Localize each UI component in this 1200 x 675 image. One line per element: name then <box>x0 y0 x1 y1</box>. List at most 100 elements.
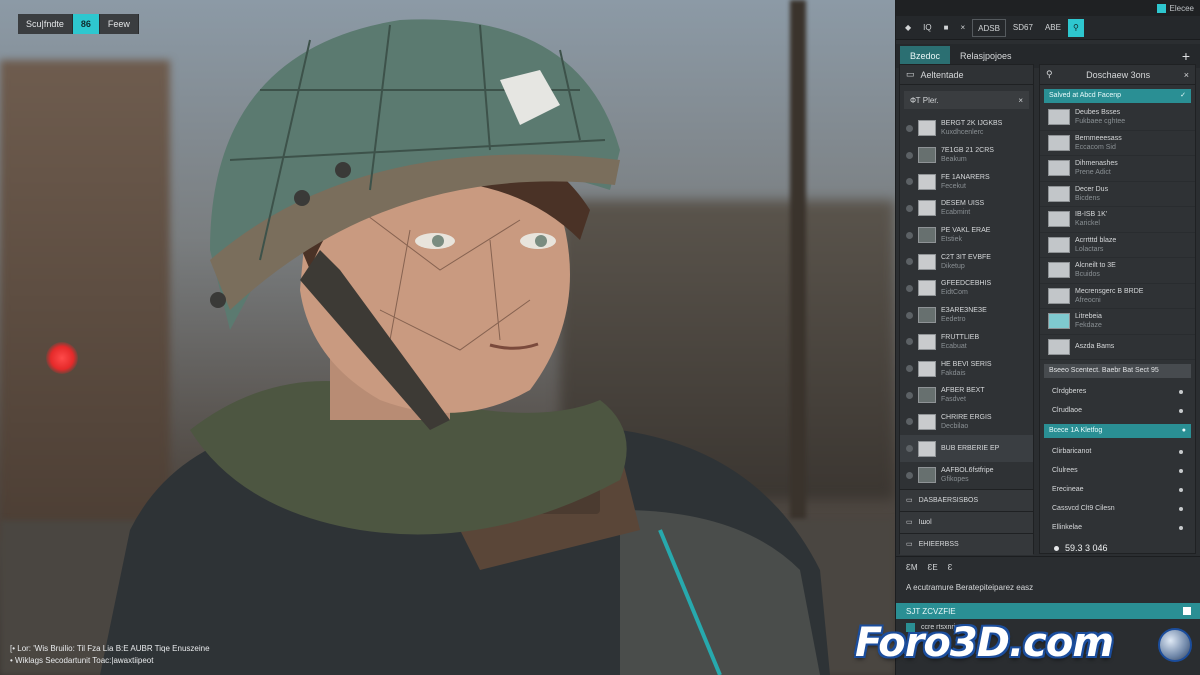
property-item[interactable]: IB-ISB 1K' Karickel <box>1040 207 1195 233</box>
bottom-icon-2[interactable]: ƐE <box>928 563 938 572</box>
visibility-icon[interactable] <box>906 284 913 292</box>
property-item[interactable]: Mecrensgerc B BRDE Afreocni <box>1040 284 1195 309</box>
option-row[interactable]: Clrdgberes <box>1040 382 1195 401</box>
checkbox-icon[interactable] <box>1183 607 1191 615</box>
asset-text: AFBER BEXT Fasdvet <box>941 386 985 404</box>
viewport-view-button[interactable]: Feew <box>99 14 139 34</box>
add-tab-button[interactable]: + <box>1182 48 1190 64</box>
search-icon[interactable]: ⚲ <box>1046 69 1053 80</box>
property-thumbnail <box>1048 262 1070 279</box>
visibility-icon[interactable] <box>906 471 913 479</box>
list-item[interactable]: ЕЗАRЕЗNEЗE Eedetro <box>900 302 1033 329</box>
property-item[interactable]: Bernmeeesass Eccacom Sid <box>1040 131 1195 156</box>
asset-text: BERGT 2K IJGKBS Kuxdhcenlerc <box>941 119 1002 137</box>
property-text: Decer Dus Bicdens <box>1075 185 1108 203</box>
property-item[interactable]: Aszda Bams <box>1040 335 1195 360</box>
radio-icon[interactable] <box>1179 449 1183 454</box>
list-item[interactable]: AFBER BEXT Fasdvet <box>900 382 1033 409</box>
close-icon[interactable]: × <box>1184 70 1189 80</box>
radio-icon[interactable] <box>1179 468 1183 473</box>
property-item[interactable]: Dihmenashes Prene Adict <box>1040 156 1195 182</box>
option-row[interactable]: Erecineae <box>1040 480 1195 499</box>
option-row[interactable]: Clulrees <box>1040 461 1195 480</box>
viewport-mode-button[interactable]: Scu|fndte <box>18 14 73 34</box>
toolbar-item-1[interactable]: IQ <box>918 19 936 37</box>
visibility-icon[interactable] <box>906 178 913 186</box>
toolbar-item-5[interactable]: SD67 <box>1008 19 1038 37</box>
tab-1[interactable]: Bzedoc <box>900 46 951 66</box>
section-header-2-label: Bcece 1A Kletfog <box>1049 427 1103 434</box>
asset-list-footer-3[interactable]: ▭ EHIEERBSS <box>900 532 1033 555</box>
asset-search-input[interactable]: ФТ Pler. × <box>904 91 1029 109</box>
toolbar-item-7[interactable]: ⚲ <box>1067 18 1084 37</box>
asset-list-title: Aeltentade <box>920 69 964 80</box>
property-text: Acrrtttd blaze Lolactars <box>1075 236 1116 254</box>
radio-icon[interactable] <box>1179 408 1183 413</box>
viewport-toolbar: Scu|fndte 86 Feew <box>18 14 139 34</box>
list-item[interactable]: 7E1GB 21 2CRS Beakum <box>900 142 1033 169</box>
3d-viewport[interactable]: Scu|fndte 86 Feew [• Lor: 'Wis Bruilio: … <box>0 0 895 675</box>
list-item[interactable]: HE BEVI SERIS Fakdais <box>900 355 1033 382</box>
section-header-2[interactable]: Bcece 1A Kletfog ● <box>1044 424 1191 438</box>
visibility-icon[interactable] <box>906 151 913 159</box>
property-text: Aszda Bams <box>1075 342 1114 351</box>
property-item[interactable]: Alcneilt to 3E Bcuidos <box>1040 258 1195 284</box>
asset-subtitle: Etstiek <box>941 236 963 244</box>
footer-label-2: Iшol <box>918 518 932 526</box>
visibility-icon[interactable] <box>906 258 913 266</box>
asset-list-footer-2[interactable]: ▭ Iшol <box>900 510 1033 533</box>
visibility-icon[interactable] <box>906 391 913 399</box>
list-item[interactable]: FE 1ANARERS Fecekut <box>900 168 1033 195</box>
property-item[interactable]: Decer Dus Bicdens <box>1040 182 1195 207</box>
toolbar-icon-1[interactable]: ◆ <box>900 19 916 37</box>
visibility-icon[interactable] <box>906 418 913 426</box>
property-thumbnail <box>1048 211 1070 228</box>
check-icon: ✓ <box>1180 92 1186 99</box>
radio-icon[interactable] <box>1179 506 1183 511</box>
list-item[interactable]: AAFBOL6fstfripe Gfikopes <box>900 462 1033 489</box>
visibility-icon[interactable] <box>906 365 913 373</box>
asset-text: DESEM UISS Ecabmint <box>941 199 984 217</box>
section-header-1[interactable]: Bseeo Scentect. Baebr Bat Sect 95 <box>1044 364 1191 378</box>
bottom-teal-bar[interactable]: SJT ZCVZFIE <box>896 603 1200 619</box>
option-row[interactable]: Cassvcd Clt9 Cilesn <box>1040 499 1195 518</box>
asset-thumbnail <box>918 253 936 270</box>
bottom-icon-3[interactable]: Ɛ <box>948 563 953 572</box>
radio-icon[interactable] <box>1179 525 1183 530</box>
asset-list-footer-1[interactable]: ▭ DASBAERSISBOS <box>900 488 1033 511</box>
toolbar-item-2[interactable]: ■ <box>939 19 954 37</box>
visibility-icon[interactable] <box>906 311 913 319</box>
bottom-icon-1[interactable]: ƐM <box>906 563 918 572</box>
asset-title: AAFBOL6fstfripe <box>941 467 994 475</box>
property-item[interactable]: Acrrtttd blaze Lolactars <box>1040 233 1195 258</box>
list-item[interactable]: DESEM UISS Ecabmint <box>900 195 1033 222</box>
visibility-icon[interactable] <box>906 124 913 132</box>
radio-icon[interactable] <box>1179 389 1183 394</box>
list-item[interactable]: CHRIRE ERGIS Decbilao <box>900 409 1033 436</box>
list-item[interactable]: BUB ERBERIE EP <box>900 435 1033 462</box>
viewport-active-button[interactable]: 86 <box>72 14 100 34</box>
list-item[interactable]: PE VAKL ERAE Etstiek <box>900 222 1033 249</box>
properties-highlight[interactable]: Salved at Abcd Facenp ✓ <box>1044 89 1191 103</box>
property-item[interactable]: Deubes Bsses Fukbaee cghtee <box>1040 105 1195 131</box>
visibility-icon[interactable] <box>906 445 913 453</box>
option-row[interactable]: Clrudlaoe <box>1040 401 1195 420</box>
toolbar-item-3[interactable]: × <box>955 19 970 37</box>
option-row[interactable]: Clirbaricanot <box>1040 442 1195 461</box>
tab-2[interactable]: Relasjpojoes <box>950 46 1022 66</box>
option-label: Ellinkelae <box>1052 524 1082 531</box>
toolbar-item-6[interactable]: ABE <box>1040 19 1066 37</box>
clear-search-icon[interactable]: × <box>1018 96 1023 105</box>
property-item[interactable]: Litrebeia Fekdaze <box>1040 309 1195 335</box>
visibility-icon[interactable] <box>906 231 913 239</box>
radio-icon[interactable] <box>1179 487 1183 492</box>
list-item[interactable]: FRUTTLIEB Ecabuat <box>900 329 1033 356</box>
list-item[interactable]: C2T 3IT EVBFE Diketup <box>900 248 1033 275</box>
visibility-icon[interactable] <box>906 204 913 212</box>
list-item[interactable]: GFEEDCEBHIS EidtCom <box>900 275 1033 302</box>
list-item[interactable]: BERGT 2K IJGKBS Kuxdhcenlerc <box>900 115 1033 142</box>
visibility-icon[interactable] <box>906 338 913 346</box>
property-title: Mecrensgerc B BRDE <box>1075 287 1144 295</box>
toolbar-item-4[interactable]: ADSB <box>972 18 1006 37</box>
option-row[interactable]: Ellinkelae <box>1040 518 1195 537</box>
